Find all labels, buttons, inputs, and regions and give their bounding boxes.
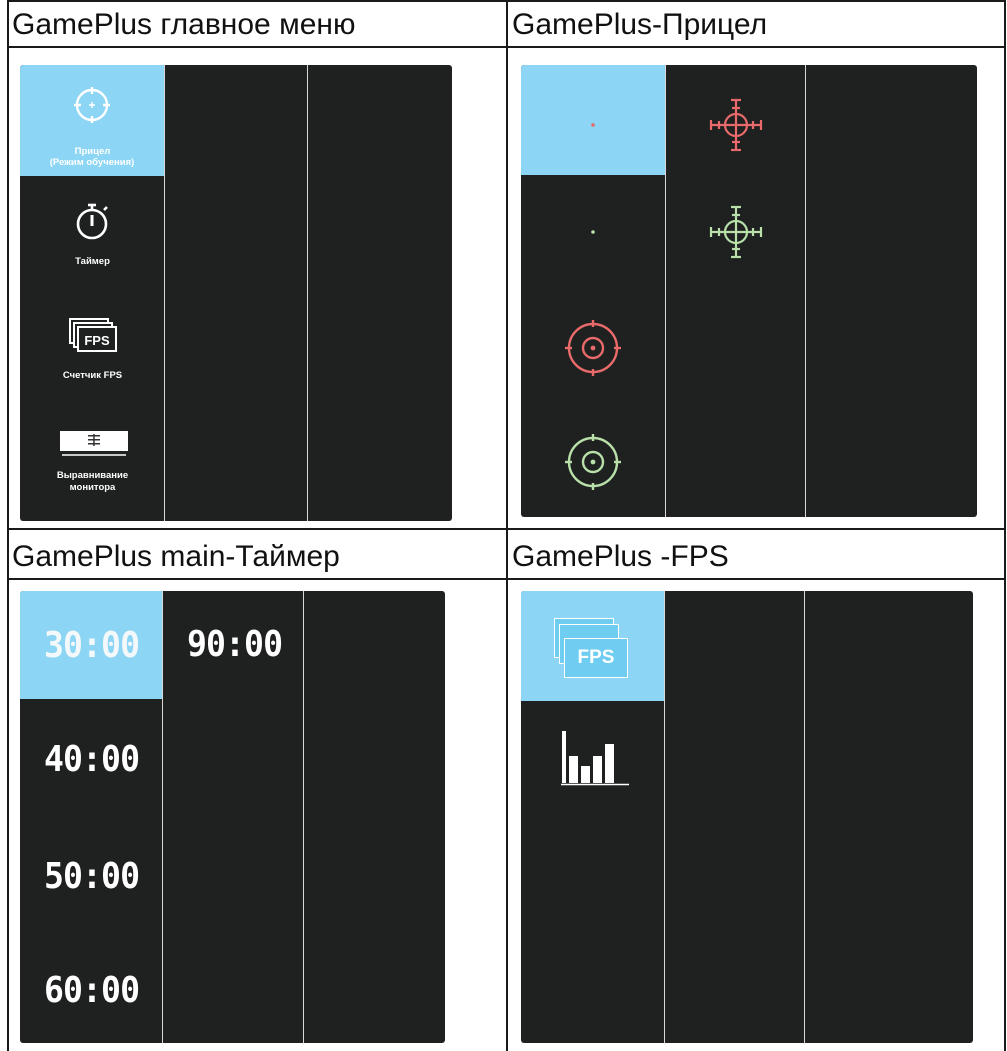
timer-value: 90:00 — [187, 624, 283, 665]
menu-item-label: Таймер — [75, 256, 110, 267]
fps-option-counter[interactable]: FPS — [521, 591, 664, 701]
grid-top-border — [7, 0, 1006, 2]
menu-item-sublabel: монитора — [69, 482, 116, 493]
crosshair-option-red-scope[interactable] — [666, 65, 805, 175]
menu-item-timer[interactable]: Таймер — [20, 176, 164, 291]
grid-row2-title-divider — [7, 578, 1006, 580]
fps-counter-icon: FPS — [564, 638, 628, 678]
fps-title: GamePlus -FPS — [512, 540, 729, 573]
red-dot-crosshair-icon — [591, 123, 595, 127]
fps-icon: FPS — [69, 318, 117, 352]
timer-title: GamePlus main-Таймер — [12, 540, 340, 573]
crosshair-option-green-scope[interactable] — [666, 175, 805, 289]
menu-item-label: Счетчик FPS — [62, 370, 123, 381]
timer-value: 50:00 — [44, 856, 140, 897]
svg-text:FPS: FPS — [84, 333, 110, 348]
timer-value: 30:00 — [44, 625, 140, 666]
column-divider — [805, 65, 806, 517]
green-scope-crosshair-icon — [709, 205, 763, 259]
column-divider — [804, 591, 805, 1043]
menu-item-sublabel: (Режим обучения) — [49, 157, 135, 168]
menu-item-crosshair[interactable]: Прицел (Режим обучения) — [20, 65, 164, 176]
column-divider — [664, 591, 665, 1043]
stopwatch-icon — [76, 203, 108, 240]
timer-option-40[interactable]: 40:00 — [20, 699, 162, 813]
grid-right-border — [1004, 0, 1006, 1051]
timer-option-90[interactable]: 90:00 — [163, 591, 303, 699]
crosshair-icon — [74, 87, 110, 123]
main-menu-panel: Прицел (Режим обучения) Таймер FPS Счетч… — [20, 65, 452, 521]
crosshair-title: GamePlus-Прицел — [512, 8, 768, 41]
red-scope-crosshair-icon — [709, 98, 763, 152]
red-ring-crosshair-icon — [565, 320, 621, 376]
timer-panel: 30:00 40:00 50:00 60:00 90:00 — [20, 591, 445, 1043]
monitor-alignment-icon — [60, 431, 128, 456]
timer-value: 60:00 — [44, 970, 140, 1011]
timer-value: 40:00 — [44, 739, 140, 780]
fps-option-bar-graph[interactable] — [521, 701, 664, 815]
grid-middle-divider — [7, 528, 1006, 530]
fps-bar-graph-icon — [561, 731, 629, 786]
crosshair-option-red-ring[interactable] — [521, 289, 665, 403]
fps-counter-label: FPS — [577, 647, 615, 668]
crosshair-option-green-dot[interactable] — [521, 175, 665, 289]
crosshair-option-green-ring[interactable] — [521, 403, 665, 517]
fps-panel: FPS — [521, 591, 973, 1043]
crosshair-panel — [521, 65, 977, 517]
main-menu-title: GamePlus главное меню — [12, 8, 356, 41]
menu-item-fps-counter[interactable]: FPS Счетчик FPS — [20, 291, 164, 406]
grid-row1-title-divider — [7, 46, 1006, 48]
menu-item-monitor-alignment[interactable]: Выравнивание монитора — [20, 406, 164, 521]
column-divider — [307, 65, 308, 521]
green-dot-crosshair-icon — [591, 230, 595, 234]
crosshair-option-red-dot[interactable] — [521, 65, 665, 175]
timer-option-60[interactable]: 60:00 — [20, 927, 162, 1043]
timer-option-50[interactable]: 50:00 — [20, 813, 162, 927]
grid-center-divider — [506, 0, 508, 1051]
column-divider — [303, 591, 304, 1043]
menu-item-label: Выравнивание — [56, 470, 129, 481]
timer-option-30[interactable]: 30:00 — [20, 591, 162, 699]
green-ring-crosshair-icon — [565, 434, 621, 490]
grid-left-border — [7, 0, 9, 1051]
column-divider — [164, 65, 165, 521]
